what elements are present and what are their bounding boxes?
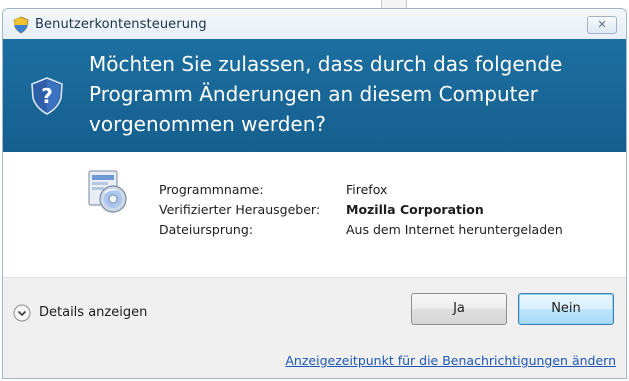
program-name-label: Programmname: [159,182,264,197]
prompt-question: Möchten Sie zulassen, dass durch das fol… [89,49,589,139]
file-origin-value: Aus dem Internet heruntergeladen [346,222,563,237]
program-name-value: Firefox [346,182,388,197]
close-button[interactable]: ✕ [587,16,617,34]
show-details-label[interactable]: Details anzeigen [39,305,147,320]
chevron-down-icon[interactable] [13,304,31,322]
uac-shield-icon: ? [29,76,65,116]
setup-disc-icon [83,167,131,215]
svg-text:?: ? [41,84,53,108]
prompt-line-1: Möchten Sie zulassen, dass durch das fol… [89,52,563,76]
title-bar: Benutzerkontensteuerung ✕ [3,9,626,40]
publisher-label: Verifizierter Herausgeber: [159,202,321,217]
no-button[interactable]: Nein [518,293,614,325]
publisher-value: Mozilla Corporation [346,202,484,217]
uac-shield-small-icon [12,16,30,34]
program-details: Programmname: Firefox Verifizierter Hera… [3,152,626,277]
notification-settings-link[interactable]: Anzeigezeitpunkt für die Benachrichtigun… [285,353,616,368]
file-origin-label: Dateiursprung: [159,222,253,237]
yes-button[interactable]: Ja [411,293,507,325]
close-icon: ✕ [597,18,607,31]
prompt-line-3: vorgenommen werden? [89,112,326,136]
uac-dialog: Benutzerkontensteuerung ✕ ? Möchten Sie … [2,8,627,379]
dialog-footer: Details anzeigen Ja Nein Anzeigezeitpunk… [3,277,626,378]
prompt-line-2: Programm Änderungen an diesem Computer [89,82,539,106]
prompt-header: ? Möchten Sie zulassen, dass durch das f… [3,39,626,152]
window-title: Benutzerkontensteuerung [35,17,207,32]
